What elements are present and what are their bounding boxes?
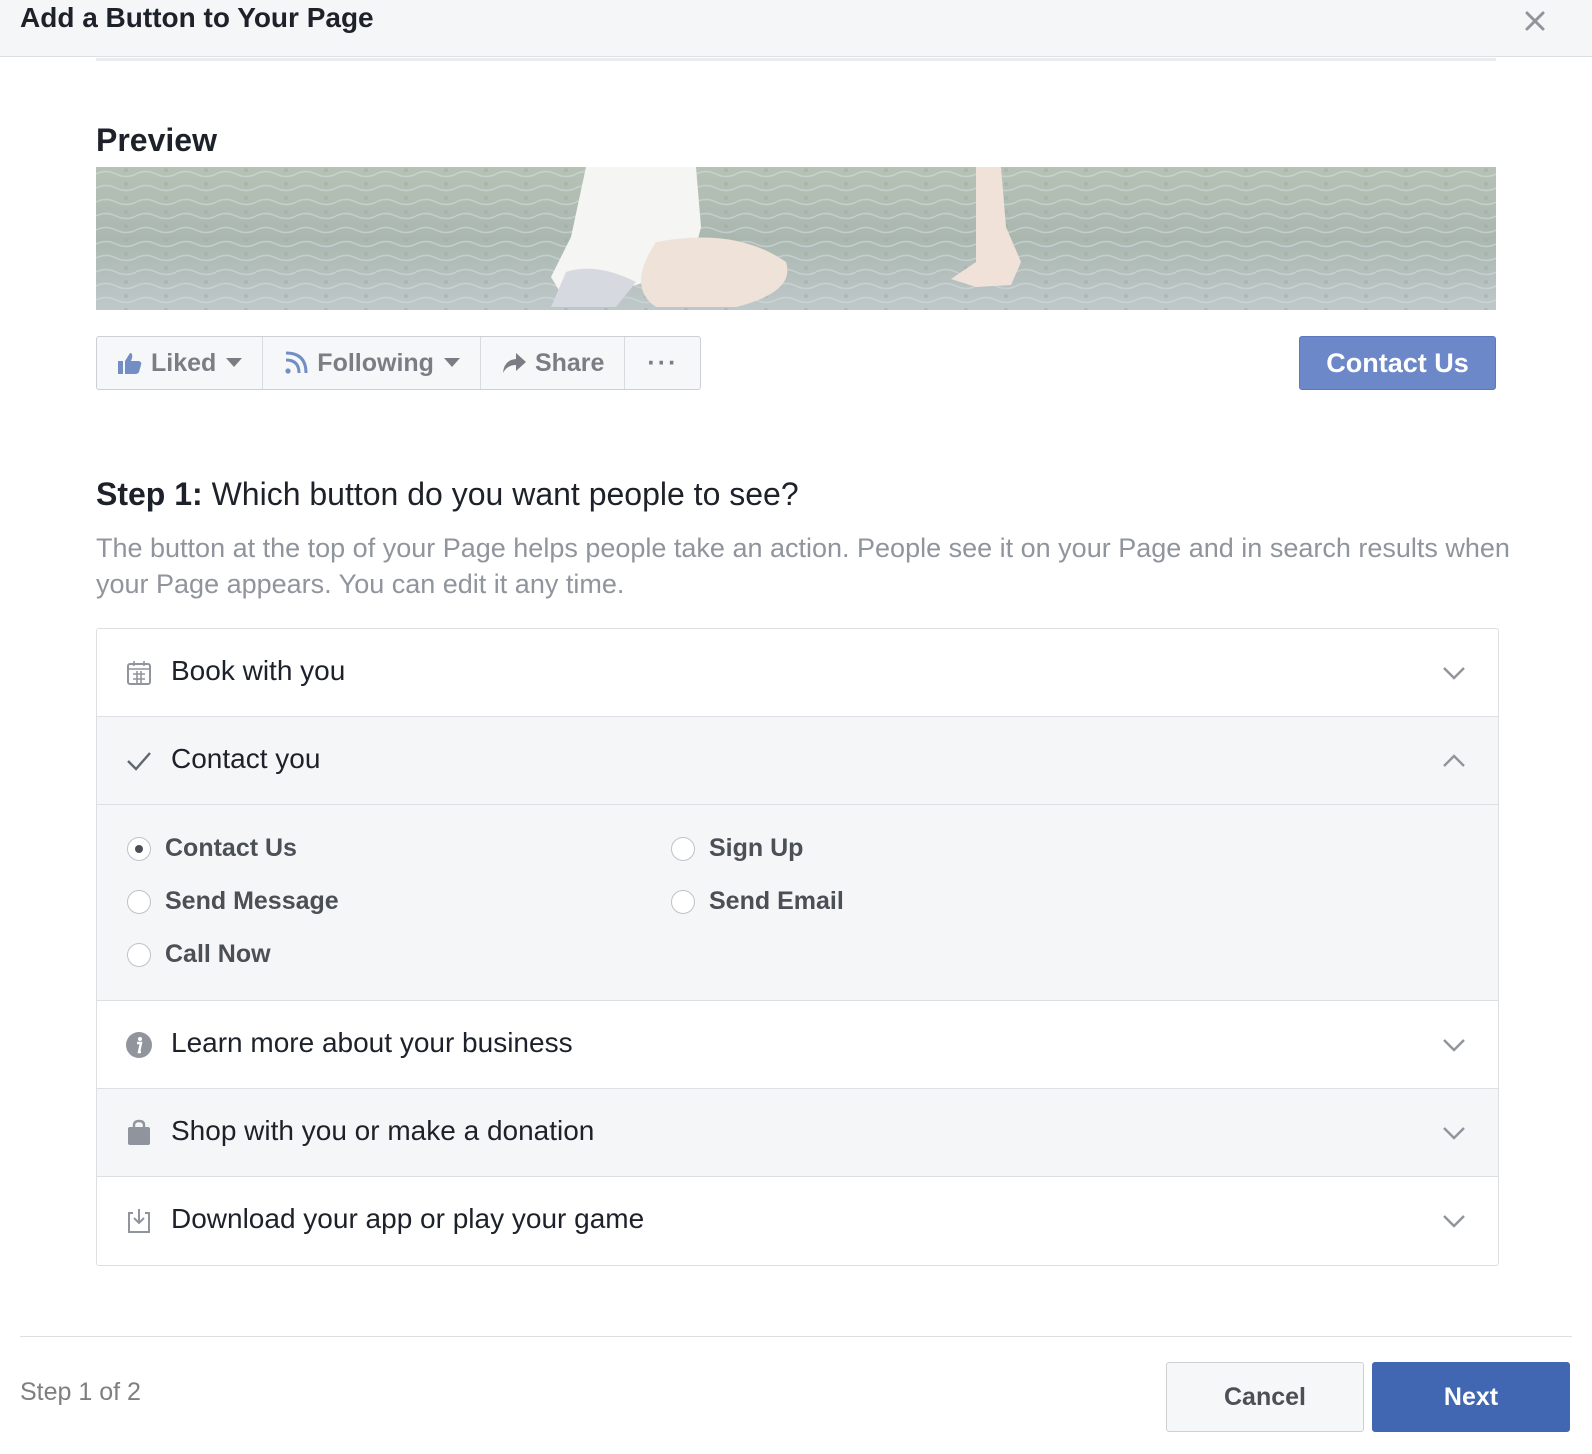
option-contact[interactable]: Contact you bbox=[97, 717, 1498, 805]
step-title: Step 1: Which button do you want people … bbox=[96, 476, 799, 513]
liked-button[interactable]: Liked bbox=[97, 337, 264, 389]
option-label: Book with you bbox=[171, 655, 346, 686]
radio-label: Send Message bbox=[165, 887, 339, 915]
close-icon[interactable] bbox=[1520, 6, 1550, 36]
chevron-down-icon[interactable] bbox=[1440, 1119, 1468, 1147]
radio-label: Sign Up bbox=[709, 834, 804, 862]
chevron-down-icon[interactable] bbox=[1440, 659, 1468, 687]
radio-sign-up[interactable]: Sign Up bbox=[671, 834, 803, 863]
cover-photo bbox=[96, 167, 1496, 310]
page-action-bar: Liked Following Share ··· bbox=[96, 336, 702, 390]
option-shop[interactable]: Shop with you or make a donation bbox=[97, 1089, 1498, 1177]
contact-suboptions: Contact Us Send Message Call Now Sign Up… bbox=[97, 805, 1498, 1001]
option-download[interactable]: Download your app or play your game bbox=[97, 1177, 1498, 1265]
contact-us-preview-button[interactable]: Contact Us bbox=[1299, 336, 1496, 390]
radio-circle-selected bbox=[127, 836, 151, 861]
share-arrow-icon bbox=[501, 351, 527, 375]
dialog-title: Add a Button to Your Page bbox=[20, 2, 374, 33]
step-question: Which button do you want people to see? bbox=[202, 476, 799, 512]
share-label: Share bbox=[534, 348, 605, 377]
download-icon bbox=[125, 1207, 153, 1235]
chevron-up-icon[interactable] bbox=[1440, 747, 1468, 775]
radio-circle bbox=[127, 942, 151, 967]
option-label: Learn more about your business bbox=[171, 1027, 573, 1058]
option-label: Shop with you or make a donation bbox=[171, 1115, 595, 1146]
calendar-icon bbox=[125, 659, 153, 687]
radio-call-now[interactable]: Call Now bbox=[127, 940, 271, 969]
option-book[interactable]: Book with you bbox=[97, 629, 1498, 717]
divider bbox=[96, 58, 1496, 61]
radio-contact-us[interactable]: Contact Us bbox=[127, 834, 297, 863]
info-icon bbox=[125, 1031, 153, 1059]
following-button[interactable]: Following bbox=[263, 337, 481, 389]
rss-icon bbox=[283, 350, 309, 376]
chevron-down-icon[interactable] bbox=[1440, 1207, 1468, 1235]
radio-circle bbox=[671, 889, 695, 914]
checkmark-icon bbox=[125, 747, 153, 775]
option-label: Contact you bbox=[171, 743, 321, 774]
radio-label: Contact Us bbox=[165, 834, 297, 862]
step-counter: Step 1 of 2 bbox=[20, 1378, 141, 1406]
following-label: Following bbox=[317, 348, 434, 377]
chevron-down-icon[interactable] bbox=[1440, 1031, 1468, 1059]
more-icon: ··· bbox=[647, 348, 679, 377]
radio-send-email[interactable]: Send Email bbox=[671, 887, 844, 916]
preview-heading: Preview bbox=[96, 122, 217, 158]
liked-label: Liked bbox=[151, 348, 217, 377]
caret-down-icon bbox=[226, 358, 243, 368]
next-button[interactable]: Next bbox=[1372, 1362, 1570, 1432]
share-button[interactable]: Share bbox=[481, 337, 626, 389]
shopping-bag-icon bbox=[125, 1119, 153, 1147]
button-options-list: Book with you Contact you Contact Us Sen… bbox=[96, 628, 1499, 1266]
step-description: The button at the top of your Page helps… bbox=[96, 533, 1510, 599]
more-button[interactable]: ··· bbox=[625, 337, 700, 389]
option-label: Download your app or play your game bbox=[171, 1203, 645, 1234]
footer-divider bbox=[20, 1336, 1572, 1337]
step-number: Step 1: bbox=[96, 476, 203, 512]
radio-label: Call Now bbox=[165, 940, 271, 968]
thumbs-up-icon bbox=[117, 351, 143, 375]
radio-send-message[interactable]: Send Message bbox=[127, 887, 339, 916]
radio-circle bbox=[671, 836, 695, 861]
option-learn-more[interactable]: Learn more about your business bbox=[97, 1001, 1498, 1089]
radio-label: Send Email bbox=[709, 887, 844, 915]
dialog-title-bar: Add a Button to Your Page bbox=[0, 0, 1592, 57]
caret-down-icon bbox=[443, 358, 460, 368]
radio-circle bbox=[127, 889, 151, 914]
cancel-button[interactable]: Cancel bbox=[1166, 1362, 1364, 1432]
